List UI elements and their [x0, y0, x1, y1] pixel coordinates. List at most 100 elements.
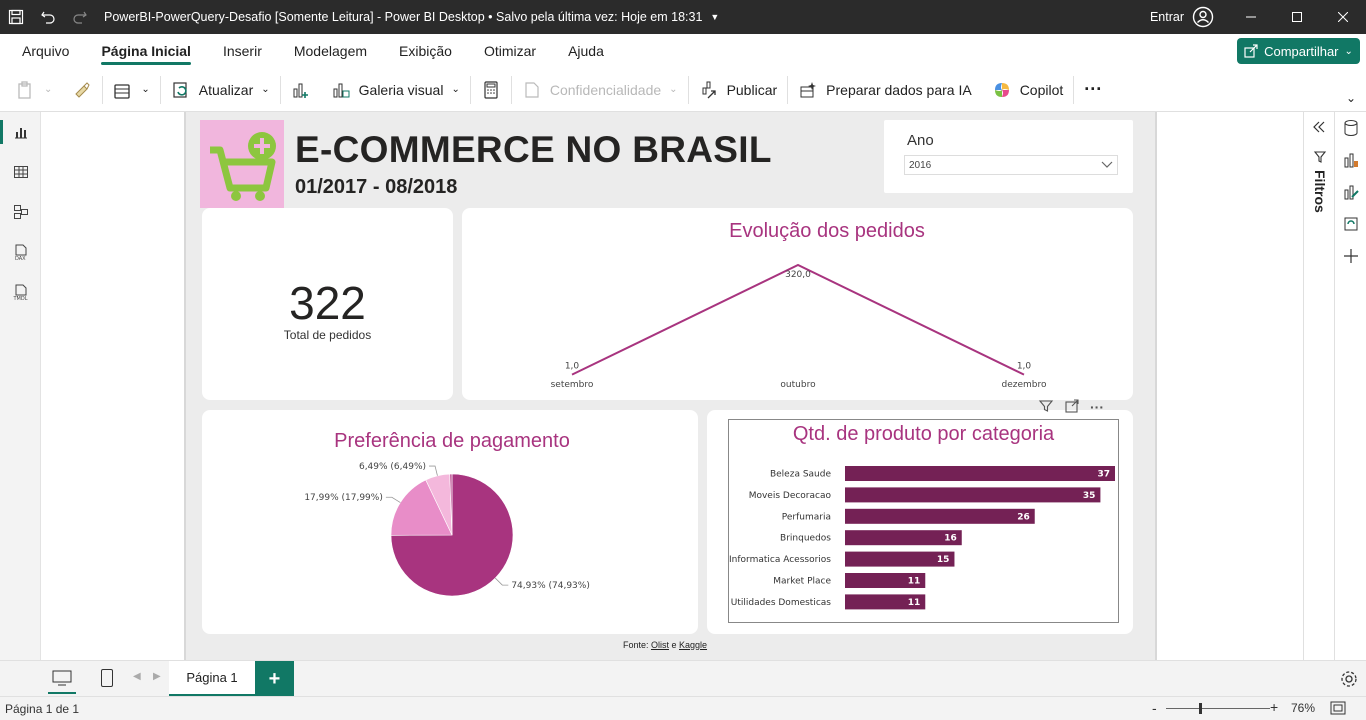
maximize-button[interactable] [1274, 0, 1320, 34]
visual-gallery-label: Galeria visual [358, 81, 444, 98]
add-pane-icon[interactable] [1335, 240, 1366, 272]
sensitivity-label: Confidencialidade [549, 81, 662, 98]
bar-value-label: 37 [1097, 470, 1110, 480]
minimize-button[interactable] [1228, 0, 1274, 34]
report-view-icon[interactable] [0, 112, 41, 152]
tab-pagina-inicial[interactable]: Página Inicial [85, 34, 206, 68]
refresh-button[interactable]: Atualizar ⌄ [161, 73, 280, 107]
bar-chart-card[interactable]: Qtd. de produto por categoria Beleza Sau… [707, 410, 1133, 634]
share-button[interactable]: Compartilhar ⌄ [1237, 38, 1360, 64]
get-data-button[interactable]: ⌄ [103, 73, 159, 107]
bar-value-label: 35 [1083, 491, 1096, 501]
ribbon-toolbar: ⌄ ⌄ Atualizar ⌄ Galeria visual ⌄ Confide… [0, 68, 1366, 112]
filters-label: Filtros [1312, 170, 1328, 213]
title-dropdown-icon[interactable]: ▼ [710, 12, 719, 22]
bar-value-label: 16 [944, 534, 957, 544]
source-joiner: e [668, 640, 679, 650]
cart-logo-icon [200, 120, 284, 208]
data-label: 320,0 [785, 270, 811, 280]
next-page-icon[interactable]: ▶ [153, 671, 161, 682]
zoom-out-button[interactable]: - [1152, 700, 1157, 716]
tab-otimizar[interactable]: Otimizar [468, 34, 552, 68]
zoom-slider-thumb[interactable] [1199, 703, 1202, 714]
fit-page-icon[interactable] [1330, 701, 1346, 718]
visualizations-pane-icon[interactable] [1335, 144, 1366, 176]
paste-button[interactable]: ⌄ [0, 73, 62, 107]
year-dropdown-value: 2016 [909, 160, 932, 171]
redo-icon[interactable] [64, 0, 96, 34]
collapse-ribbon-icon[interactable]: ⌄ [1336, 88, 1366, 108]
table-view-icon[interactable] [0, 152, 41, 192]
copilot-button[interactable]: Copilot [982, 73, 1074, 107]
bar-value-label: 11 [908, 598, 921, 608]
line-series [571, 263, 1025, 376]
bar [845, 487, 1101, 503]
x-tick-label: dezembro [1002, 380, 1047, 390]
visual-gallery-button[interactable]: Galeria visual ⌄ [321, 73, 470, 107]
model-view-icon[interactable] [0, 192, 41, 232]
bar-category-label: Market Place [773, 577, 831, 587]
bar-category-label: Moveis Decoracao [749, 491, 832, 501]
data-pane-icon[interactable] [1335, 112, 1366, 144]
line-chart-card[interactable]: Evolução dos pedidos 1,0 setembro 320,0 out… [462, 208, 1133, 400]
more-options-icon[interactable]: ··· [1090, 399, 1104, 415]
tab-arquivo[interactable]: Arquivo [0, 34, 85, 68]
publish-button[interactable]: Publicar [689, 73, 788, 107]
database-icon [114, 83, 131, 99]
focus-mode-icon[interactable] [1064, 398, 1080, 417]
kpi-card[interactable]: 322 Total de pedidos [202, 208, 453, 400]
filter-icon[interactable] [1038, 398, 1054, 417]
pie-chart-card[interactable]: Preferência de pagamento 74,93% (74,93%)… [202, 410, 698, 634]
page-tab-1[interactable]: Página 1 [169, 661, 255, 697]
close-button[interactable] [1320, 0, 1366, 34]
source-prefix: Fonte: [622, 640, 651, 650]
prev-page-icon[interactable]: ◀ [133, 671, 141, 682]
window-title: PowerBI-PowerQuery-Desafio [Somente Leit… [104, 10, 703, 24]
format-pane-icon[interactable] [1335, 176, 1366, 208]
bar-category-label: Perfumaria [782, 512, 831, 522]
settings-icon[interactable] [1339, 669, 1359, 692]
calculator-icon [484, 80, 498, 99]
more-options-icon[interactable]: ··· [1074, 73, 1112, 107]
chevron-down-icon [1101, 158, 1113, 173]
new-visual-icon [293, 83, 308, 98]
sync-slicers-icon[interactable] [1335, 208, 1366, 240]
signin-button[interactable]: Entrar [1150, 10, 1184, 24]
svg-text:TMDL: TMDL [12, 296, 27, 301]
tab-inserir[interactable]: Inserir [207, 34, 278, 68]
prepare-ai-button[interactable]: Preparar dados para IA [788, 73, 982, 107]
new-visual-button[interactable] [281, 73, 321, 107]
expand-pane-icon[interactable] [1312, 120, 1326, 137]
undo-icon[interactable] [32, 0, 64, 34]
olist-link[interactable]: Olist [651, 640, 669, 650]
kaggle-link[interactable]: Kaggle [679, 640, 707, 650]
zoom-level[interactable]: 76% [1291, 701, 1315, 715]
add-page-button[interactable]: + [255, 661, 294, 697]
tab-ajuda[interactable]: Ajuda [552, 34, 620, 68]
format-painter-button[interactable] [62, 73, 102, 107]
mobile-layout-icon[interactable] [100, 668, 114, 691]
visual-gallery-icon [333, 83, 350, 97]
share-icon [1244, 44, 1258, 58]
tab-modelagem[interactable]: Modelagem [278, 34, 383, 68]
sensitivity-button[interactable]: Confidencialidade ⌄ [512, 73, 688, 107]
year-dropdown[interactable]: 2016 [904, 155, 1118, 175]
pie-leader-line [385, 496, 401, 503]
publish-icon [702, 81, 716, 98]
dax-query-view-icon[interactable]: DAX [0, 232, 41, 272]
save-icon[interactable] [0, 0, 32, 34]
account-icon[interactable] [1192, 6, 1214, 28]
desktop-layout-underline [48, 692, 76, 694]
zoom-in-button[interactable]: + [1270, 699, 1278, 715]
copilot-icon [994, 82, 1009, 97]
bar-value-label: 15 [937, 555, 950, 565]
calculator-button[interactable] [471, 73, 511, 107]
filter-icon [1313, 150, 1327, 167]
tmdl-view-icon[interactable]: TMDL [0, 272, 41, 312]
slicer-label: Ano [907, 132, 934, 149]
desktop-layout-icon[interactable] [52, 669, 72, 690]
filters-pane[interactable]: Filtros [1303, 112, 1334, 660]
zoom-slider[interactable] [1166, 703, 1270, 714]
tab-exibicao[interactable]: Exibição [383, 34, 468, 68]
bar-category-label: Brinquedos [780, 534, 831, 544]
